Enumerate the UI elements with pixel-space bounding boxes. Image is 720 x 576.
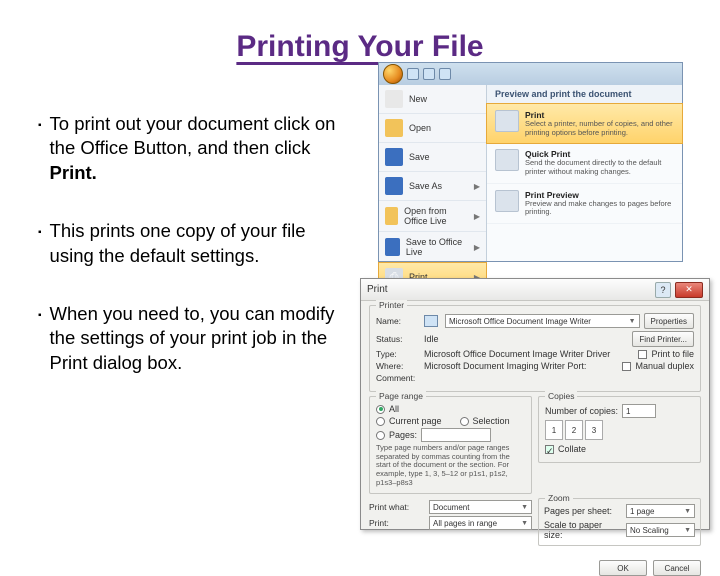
zoom-group: Zoom Pages per sheet:1 page▼ Scale to pa…	[538, 498, 701, 546]
close-button[interactable]: ✕	[675, 282, 703, 298]
collate-label: Collate	[558, 444, 586, 454]
current-label: Current page	[389, 416, 442, 426]
print-to-file-label: Print to file	[651, 349, 694, 359]
print-what-label: Print what:	[369, 502, 425, 512]
all-label: All	[389, 404, 399, 414]
manual-duplex-checkbox[interactable]	[622, 362, 631, 371]
print-dialog-title: Print	[367, 284, 655, 295]
office-menu-left: New Open Save Save As▶ Open from Office …	[379, 85, 487, 261]
copies-group: Copies Number of copies:1 123 ✓Collate	[538, 396, 701, 463]
pages-label: Pages:	[389, 430, 417, 440]
print-panel-header: Preview and print the document	[487, 85, 682, 104]
qat-button[interactable]	[423, 68, 435, 80]
print-what-combo[interactable]: Document▼	[429, 500, 532, 514]
office-button-icon[interactable]	[383, 64, 403, 84]
type-label: Type:	[376, 349, 420, 359]
bullet-icon: ▪	[38, 226, 42, 268]
comment-label: Comment:	[376, 373, 420, 383]
properties-button[interactable]: Properties	[644, 313, 694, 329]
office-menu-screenshot: New Open Save Save As▶ Open from Office …	[378, 62, 683, 262]
bullet-icon: ▪	[38, 309, 42, 375]
page-range-group: Page range All Current pageSelection Pag…	[369, 396, 532, 494]
pages-hint: Type page numbers and/or page ranges sep…	[376, 444, 525, 487]
qat-button[interactable]	[407, 68, 419, 80]
collate-illustration: 123	[545, 420, 694, 440]
selection-label: Selection	[473, 416, 510, 426]
office-menu-open[interactable]: Open	[379, 114, 486, 143]
save-as-icon	[385, 177, 403, 195]
bullet-2-text: This prints one copy of your file using …	[50, 219, 338, 268]
printer-group: Printer Name: Microsoft Office Document …	[369, 305, 701, 392]
bullet-icon: ▪	[38, 119, 42, 185]
copies-spinner[interactable]: 1	[622, 404, 656, 418]
office-menu-right: Preview and print the document PrintSele…	[487, 85, 682, 261]
all-radio[interactable]	[376, 405, 385, 414]
status-value: Idle	[424, 334, 439, 344]
type-value: Microsoft Office Document Image Writer D…	[424, 349, 610, 359]
office-menu-saveas[interactable]: Save As▶	[379, 172, 486, 201]
current-radio[interactable]	[376, 417, 385, 426]
slide-body: ▪ To print out your document click on th…	[38, 112, 338, 409]
collate-checkbox[interactable]: ✓	[545, 445, 554, 454]
chevron-right-icon: ▶	[474, 212, 480, 221]
print-preview-icon	[495, 190, 519, 212]
selection-radio[interactable]	[460, 417, 469, 426]
print-dialog-titlebar: Print ? ✕	[361, 279, 709, 301]
scale-combo[interactable]: No Scaling▼	[626, 523, 695, 537]
print-option-preview[interactable]: Print PreviewPreview and make changes to…	[487, 184, 682, 224]
cancel-button[interactable]: Cancel	[653, 560, 701, 576]
zoom-legend: Zoom	[545, 493, 573, 503]
print-option-quick[interactable]: Quick PrintSend the document directly to…	[487, 143, 682, 183]
pps-label: Pages per sheet:	[544, 506, 622, 516]
chevron-down-icon: ▼	[629, 318, 636, 325]
chevron-right-icon: ▶	[474, 182, 480, 191]
pages-input[interactable]	[421, 428, 491, 442]
help-button[interactable]: ?	[655, 282, 671, 298]
pages-radio[interactable]	[376, 431, 385, 440]
printer-legend: Printer	[376, 300, 407, 310]
printer-icon	[424, 315, 438, 327]
manual-duplex-label: Manual duplex	[635, 361, 694, 371]
office-ribbon-top	[379, 63, 682, 85]
ok-button[interactable]: OK	[599, 560, 647, 576]
where-label: Where:	[376, 361, 420, 371]
num-copies-label: Number of copies:	[545, 406, 618, 416]
name-label: Name:	[376, 316, 420, 326]
copies-legend: Copies	[545, 391, 577, 401]
quick-print-icon	[495, 149, 519, 171]
print-pages-label: Print:	[369, 518, 425, 528]
open-live-icon	[385, 207, 398, 225]
office-menu-save[interactable]: Save	[379, 143, 486, 172]
save-icon	[385, 148, 403, 166]
pps-combo[interactable]: 1 page▼	[626, 504, 695, 518]
office-menu-open-live[interactable]: Open from Office Live▶	[379, 201, 486, 232]
chevron-right-icon: ▶	[474, 243, 480, 252]
print-icon	[495, 110, 519, 132]
office-menu-save-live[interactable]: Save to Office Live▶	[379, 232, 486, 263]
status-label: Status:	[376, 334, 420, 344]
slide-title: Printing Your File	[0, 0, 720, 64]
print-pages-combo[interactable]: All pages in range▼	[429, 516, 532, 530]
print-dialog-screenshot: Print ? ✕ Printer Name: Microsoft Office…	[360, 278, 710, 530]
range-legend: Page range	[376, 391, 426, 401]
find-printer-button[interactable]: Find Printer...	[632, 331, 694, 347]
new-icon	[385, 90, 403, 108]
bullet-3: ▪ When you need to, you can modify the s…	[38, 302, 338, 375]
where-value: Microsoft Document Imaging Writer Port:	[424, 361, 586, 371]
bullet-3-text: When you need to, you can modify the set…	[50, 302, 338, 375]
office-menu-new[interactable]: New	[379, 85, 486, 114]
bullet-2: ▪ This prints one copy of your file usin…	[38, 219, 338, 268]
printer-name-combo[interactable]: Microsoft Office Document Image Writer▼	[445, 314, 640, 328]
save-live-icon	[385, 238, 400, 256]
print-option-print[interactable]: PrintSelect a printer, number of copies,…	[486, 103, 683, 144]
bullet-1: ▪ To print out your document click on th…	[38, 112, 338, 185]
print-to-file-checkbox[interactable]	[638, 350, 647, 359]
qat-button[interactable]	[439, 68, 451, 80]
bullet-1-text: To print out your document click on the …	[50, 112, 338, 185]
scale-label: Scale to paper size:	[544, 520, 622, 540]
open-icon	[385, 119, 403, 137]
